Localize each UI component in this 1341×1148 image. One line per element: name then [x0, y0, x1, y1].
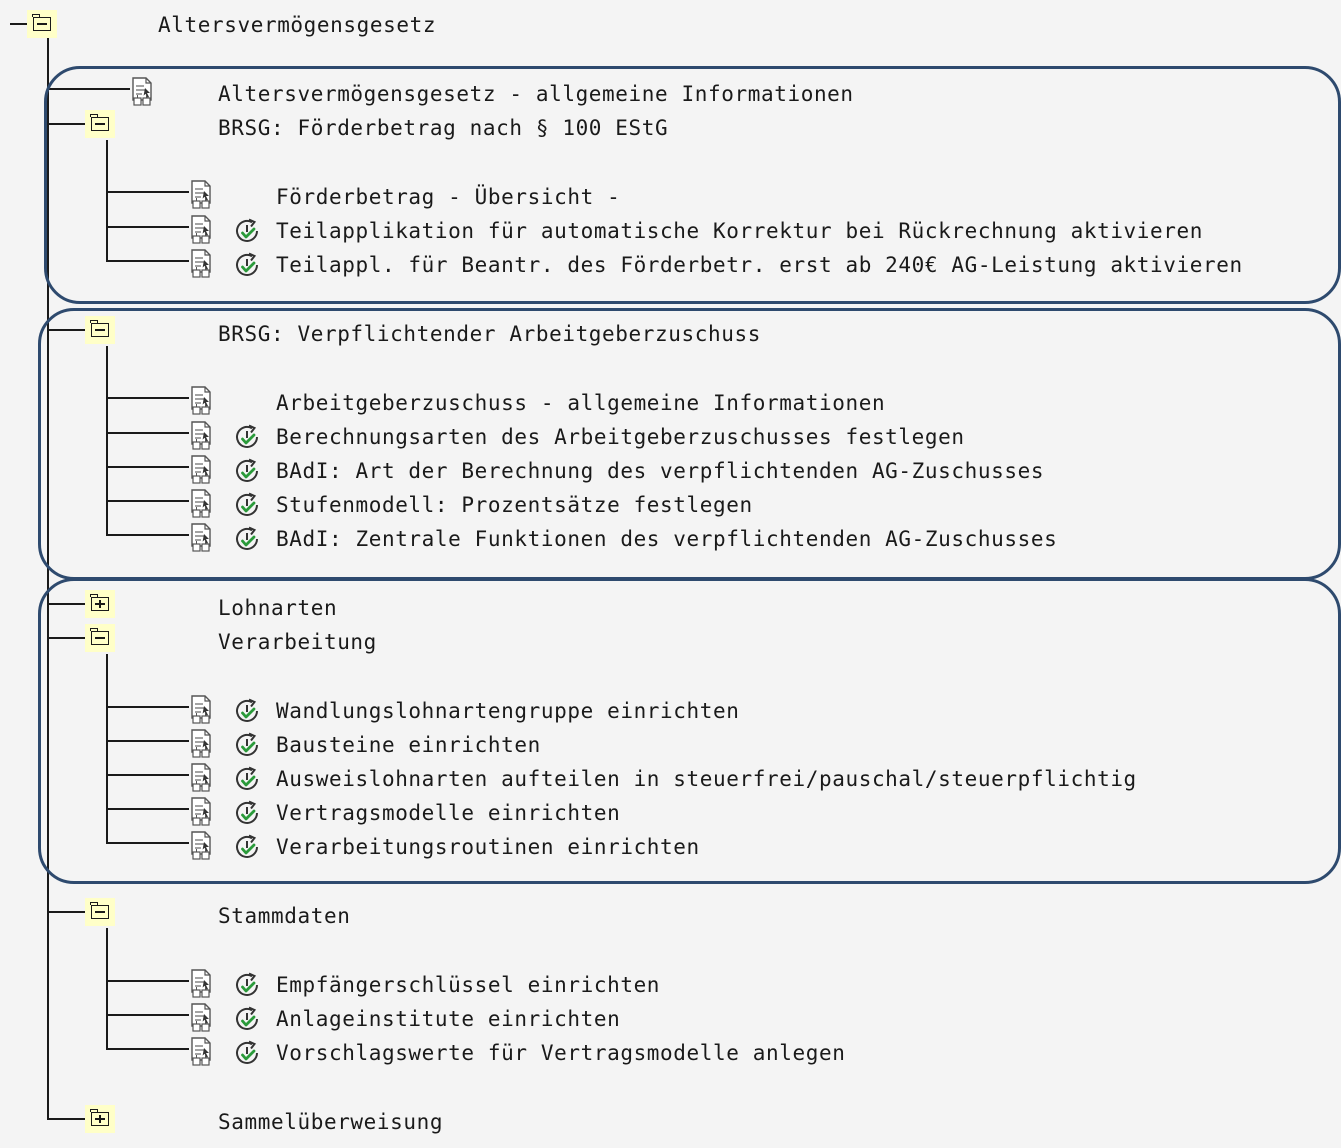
documentation-icon[interactable]: [189, 728, 219, 762]
execute-activity-icon[interactable]: [232, 696, 262, 726]
execute-activity-icon[interactable]: [232, 764, 262, 794]
tree-node-label[interactable]: Ausweislohnarten aufteilen in steuerfrei…: [276, 764, 1137, 794]
tree-connector: [106, 842, 189, 844]
tree-node-label[interactable]: Verarbeitung: [218, 627, 377, 657]
folder-open-icon[interactable]: [85, 624, 115, 652]
tree-connector: [106, 500, 189, 502]
documentation-icon[interactable]: [189, 420, 219, 454]
folder-closed-icon[interactable]: [85, 1105, 115, 1133]
tree-connector: [106, 260, 189, 262]
tree-node-label[interactable]: Berechnungsarten des Arbeitgeberzuschuss…: [276, 422, 965, 452]
tree-connector: [106, 808, 189, 810]
execute-activity-icon[interactable]: [232, 422, 262, 452]
documentation-icon[interactable]: [189, 1036, 219, 1070]
documentation-icon[interactable]: [189, 214, 219, 248]
tree-connector: [106, 346, 108, 536]
tree-connector: [106, 654, 108, 844]
tree-connector: [106, 1014, 189, 1016]
tree-connector: [106, 191, 189, 193]
documentation-icon[interactable]: [189, 1002, 219, 1036]
tree-node-label[interactable]: BAdI: Zentrale Funktionen des verpflicht…: [276, 524, 1057, 554]
tree-connector: [47, 123, 85, 125]
tree-node-label[interactable]: Empfängerschlüssel einrichten: [276, 970, 660, 1000]
tree-node-label[interactable]: Bausteine einrichten: [276, 730, 541, 760]
execute-activity-icon[interactable]: [232, 216, 262, 246]
execute-activity-icon[interactable]: [232, 1004, 262, 1034]
execute-activity-icon[interactable]: [232, 798, 262, 828]
execute-activity-icon[interactable]: [232, 970, 262, 1000]
documentation-icon[interactable]: [189, 179, 219, 213]
tree-connector: [106, 1048, 189, 1050]
execute-activity-icon[interactable]: [232, 250, 262, 280]
execute-activity-icon[interactable]: [232, 524, 262, 554]
tree-connector: [106, 706, 189, 708]
tree-connector: [106, 980, 189, 982]
tree-node-label[interactable]: Stammdaten: [218, 901, 350, 931]
tree-node-label[interactable]: BAdI: Art der Berechnung des verpflichte…: [276, 456, 1044, 486]
tree-node-label[interactable]: BRSG: Verpflichtender Arbeitgeberzuschus…: [218, 319, 761, 349]
tree-node-label[interactable]: Anlageinstitute einrichten: [276, 1004, 620, 1034]
tree-node-label[interactable]: Sammelüberweisung: [218, 1107, 443, 1137]
documentation-icon[interactable]: [189, 454, 219, 488]
tree-node-label[interactable]: Vorschlagswerte für Vertragsmodelle anle…: [276, 1038, 845, 1068]
tree-connector: [106, 466, 189, 468]
execute-activity-icon[interactable]: [232, 1038, 262, 1068]
documentation-icon[interactable]: [189, 248, 219, 282]
tree-connector: [47, 911, 85, 913]
tree-node-label-root[interactable]: Altersvermögensgesetz: [158, 10, 436, 40]
tree-connector: [106, 226, 189, 228]
tree-connector: [106, 740, 189, 742]
folder-open-icon[interactable]: [85, 110, 115, 138]
folder-closed-icon[interactable]: [85, 590, 115, 618]
documentation-icon[interactable]: [189, 968, 219, 1002]
tree-node-label[interactable]: Förderbetrag - Übersicht -: [276, 182, 620, 212]
execute-activity-icon[interactable]: [232, 832, 262, 862]
folder-open-icon[interactable]: [85, 316, 115, 344]
documentation-icon[interactable]: [189, 385, 219, 419]
tree-connector: [106, 397, 189, 399]
folder-open-icon[interactable]: [27, 10, 57, 38]
tree-connector: [47, 329, 85, 331]
tree-connector: [106, 432, 189, 434]
documentation-icon[interactable]: [189, 488, 219, 522]
tree-node-label[interactable]: Wandlungslohnartengruppe einrichten: [276, 696, 740, 726]
documentation-icon[interactable]: [189, 796, 219, 830]
tree-node-label[interactable]: Teilapplikation für automatische Korrekt…: [276, 216, 1203, 246]
tree-node-label[interactable]: Stufenmodell: Prozentsätze festlegen: [276, 490, 753, 520]
tree-node-label[interactable]: Verarbeitungsroutinen einrichten: [276, 832, 700, 862]
tree-node-label[interactable]: Vertragsmodelle einrichten: [276, 798, 620, 828]
documentation-icon[interactable]: [189, 762, 219, 796]
tree-connector: [106, 534, 189, 536]
tree-node-label[interactable]: Arbeitgeberzuschuss - allgemeine Informa…: [276, 388, 885, 418]
execute-activity-icon[interactable]: [232, 456, 262, 486]
tree-connector: [47, 88, 130, 90]
tree-node-label[interactable]: Lohnarten: [218, 593, 337, 623]
customizing-tree: Altersvermögensgesetz Altersvermögensges…: [0, 0, 1341, 1148]
execute-activity-icon[interactable]: [232, 490, 262, 520]
tree-connector: [47, 637, 85, 639]
tree-connector: [106, 774, 189, 776]
execute-activity-icon[interactable]: [232, 730, 262, 760]
tree-node-label[interactable]: Altersvermögensgesetz - allgemeine Infor…: [218, 79, 854, 109]
documentation-icon[interactable]: [189, 830, 219, 864]
tree-connector: [47, 603, 85, 605]
folder-open-icon[interactable]: [85, 898, 115, 926]
documentation-icon[interactable]: [189, 694, 219, 728]
documentation-icon[interactable]: [130, 76, 160, 110]
tree-connector: [47, 1118, 85, 1120]
tree-connector: [106, 928, 108, 1050]
tree-connector: [106, 140, 108, 262]
tree-node-label[interactable]: Teilappl. für Beantr. des Förderbetr. er…: [276, 250, 1243, 280]
tree-node-label[interactable]: BRSG: Förderbetrag nach § 100 EStG: [218, 113, 668, 143]
documentation-icon[interactable]: [189, 522, 219, 556]
tree-connector: [47, 38, 49, 1120]
